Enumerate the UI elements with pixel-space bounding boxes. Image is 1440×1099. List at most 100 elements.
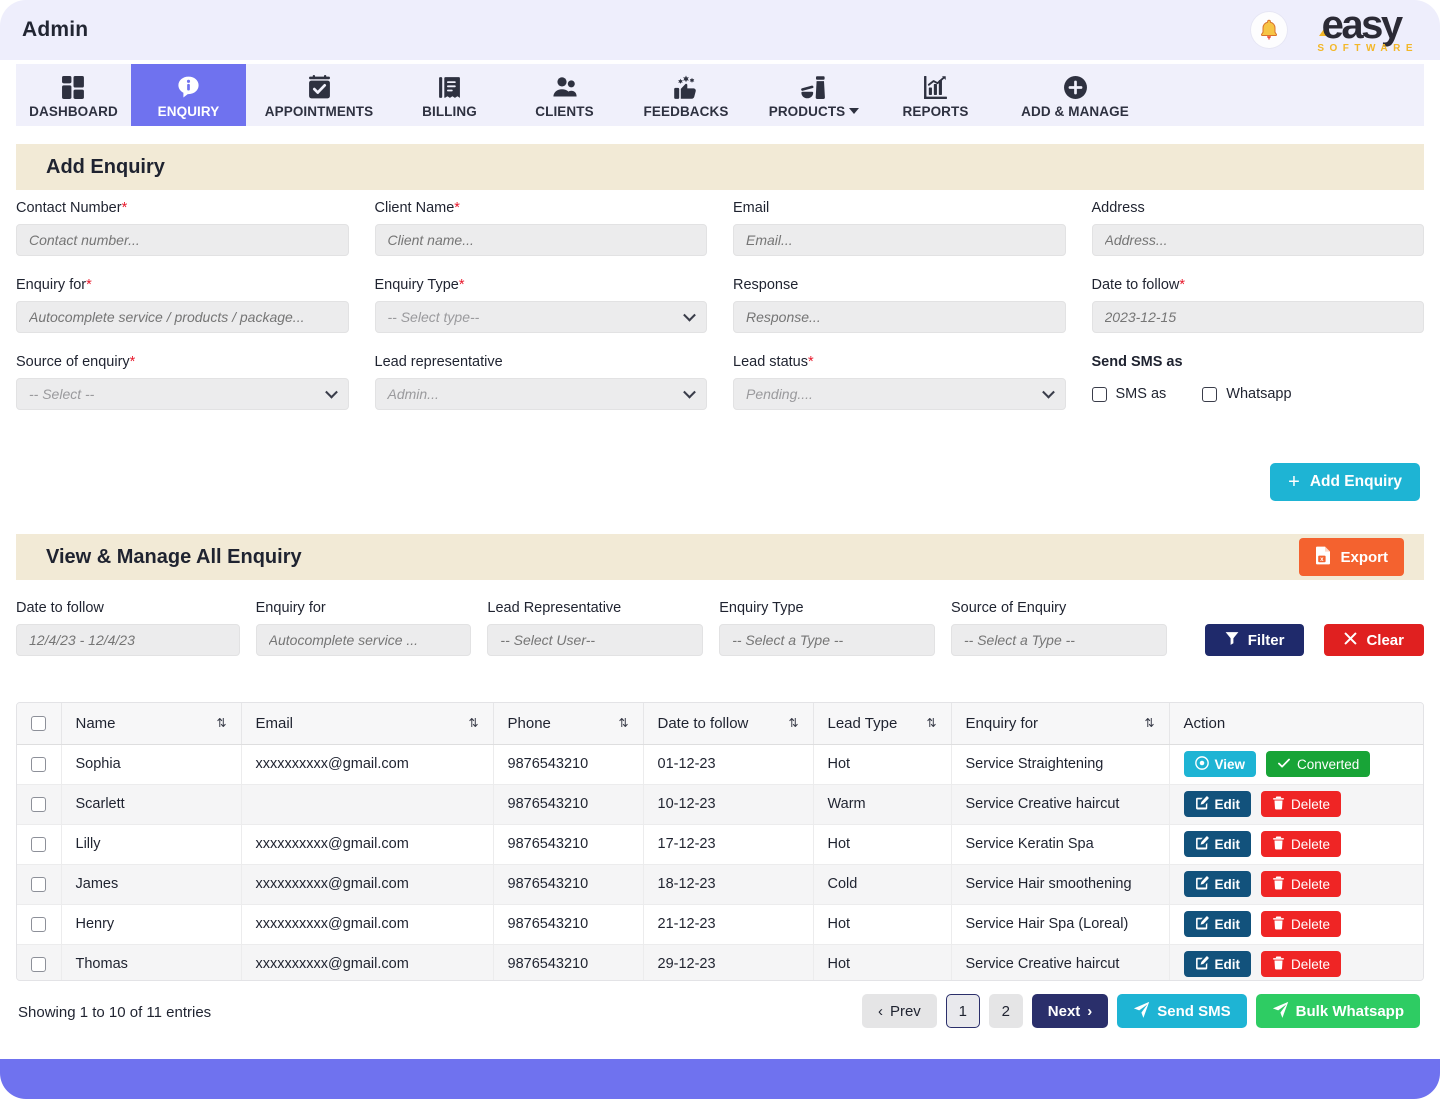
enquiry-for-input[interactable] bbox=[16, 301, 349, 333]
field-lead-status: Lead status* Pending.... bbox=[733, 354, 1066, 410]
logo-subtitle: SOFTWARE bbox=[1317, 44, 1418, 54]
cell-date-to-follow: 18-12-23 bbox=[643, 864, 813, 904]
row-select-checkbox[interactable] bbox=[31, 757, 46, 772]
delete-button[interactable]: Delete bbox=[1261, 791, 1341, 817]
delete-button[interactable]: Delete bbox=[1261, 911, 1341, 937]
showing-entries-text: Showing 1 to 10 of 11 entries bbox=[18, 1004, 211, 1021]
filter-source-of-enquiry: Source of Enquiry bbox=[951, 600, 1167, 656]
enquiry-type-value: -- Select type-- bbox=[388, 309, 480, 325]
pagination-page-1[interactable]: 1 bbox=[946, 994, 980, 1028]
pagination-next-button[interactable]: Next › bbox=[1032, 994, 1109, 1028]
client-name-input[interactable] bbox=[375, 224, 708, 256]
edit-button[interactable]: Edit bbox=[1184, 911, 1252, 937]
cell-enquiry-for: Service Hair smoothening bbox=[951, 864, 1169, 904]
enquiry-type-select[interactable]: -- Select type-- bbox=[375, 301, 708, 333]
column-header-label: Enquiry for bbox=[966, 715, 1039, 732]
row-select-checkbox[interactable] bbox=[31, 797, 46, 812]
delete-button[interactable]: Delete bbox=[1261, 871, 1341, 897]
lead-status-select[interactable]: Pending.... bbox=[733, 378, 1066, 410]
column-header-name[interactable]: Name⇅ bbox=[61, 703, 241, 744]
column-header-label: Phone bbox=[508, 715, 551, 732]
label-date-to-follow: Date to follow* bbox=[1092, 277, 1425, 293]
delete-button[interactable]: Delete bbox=[1261, 831, 1341, 857]
chevron-down-icon bbox=[683, 386, 696, 399]
nav-item-dashboard[interactable]: DASHBOARD bbox=[16, 64, 131, 126]
filter-button[interactable]: Filter bbox=[1205, 624, 1305, 656]
edit-button[interactable]: Edit bbox=[1184, 951, 1252, 977]
pencil-square-icon bbox=[1195, 876, 1209, 893]
checkbox-whatsapp[interactable]: Whatsapp bbox=[1202, 386, 1291, 402]
converted-button[interactable]: Converted bbox=[1266, 751, 1370, 777]
contact-number-input[interactable] bbox=[16, 224, 349, 256]
nav-item-clients[interactable]: CLIENTS bbox=[507, 64, 622, 126]
view-manage-panel-header: View & Manage All Enquiry x Export bbox=[16, 534, 1424, 580]
address-input[interactable] bbox=[1092, 224, 1425, 256]
row-select-checkbox[interactable] bbox=[31, 957, 46, 972]
select-all-checkbox[interactable] bbox=[31, 716, 46, 731]
source-of-enquiry-select[interactable]: -- Select -- bbox=[16, 378, 349, 410]
edit-button[interactable]: Edit bbox=[1184, 831, 1252, 857]
export-button[interactable]: x Export bbox=[1299, 538, 1404, 576]
pagination-prev-label: Prev bbox=[890, 1003, 921, 1020]
field-source-of-enquiry: Source of enquiry* -- Select -- bbox=[16, 354, 349, 410]
pagination-prev-button[interactable]: ‹ Prev bbox=[862, 994, 937, 1028]
filter-date-to-follow-input[interactable] bbox=[16, 624, 240, 656]
edit-button[interactable]: Edit bbox=[1184, 871, 1252, 897]
add-enquiry-submit-button[interactable]: + Add Enquiry bbox=[1270, 463, 1420, 501]
table-row: Thomasxxxxxxxxxx@gmail.com987654321029-1… bbox=[17, 944, 1423, 981]
response-input[interactable] bbox=[733, 301, 1066, 333]
nav-item-billing[interactable]: BILLING bbox=[392, 64, 507, 126]
delete-button-label: Delete bbox=[1291, 877, 1330, 892]
label-enquiry-type: Enquiry Type* bbox=[375, 277, 708, 293]
lead-representative-value: Admin... bbox=[388, 386, 439, 402]
column-header-email[interactable]: Email⇅ bbox=[241, 703, 493, 744]
clear-button[interactable]: Clear bbox=[1324, 624, 1424, 656]
row-select-checkbox[interactable] bbox=[31, 917, 46, 932]
row-select-checkbox[interactable] bbox=[31, 877, 46, 892]
column-header-lead-type[interactable]: Lead Type⇅ bbox=[813, 703, 951, 744]
cell-action: View Converted bbox=[1169, 744, 1423, 784]
sort-alpha-icon: ⇅ bbox=[468, 717, 478, 729]
eye-icon bbox=[1195, 756, 1209, 773]
field-enquiry-for: Enquiry for* bbox=[16, 277, 349, 333]
bulk-whatsapp-button[interactable]: Bulk Whatsapp bbox=[1256, 994, 1420, 1028]
view-button[interactable]: View bbox=[1184, 751, 1257, 777]
edit-button-label: Edit bbox=[1215, 877, 1241, 892]
edit-button[interactable]: Edit bbox=[1184, 791, 1252, 817]
excel-file-icon: x bbox=[1315, 546, 1331, 569]
filter-source-of-enquiry-input[interactable] bbox=[951, 624, 1167, 656]
column-header-phone[interactable]: Phone⇅ bbox=[493, 703, 643, 744]
send-sms-button[interactable]: Send SMS bbox=[1117, 994, 1246, 1028]
date-to-follow-input[interactable] bbox=[1092, 301, 1425, 333]
filter-enquiry-type-input[interactable] bbox=[719, 624, 935, 656]
nav-item-products[interactable]: PRODUCTS bbox=[750, 64, 878, 126]
cell-email: xxxxxxxxxx@gmail.com bbox=[241, 824, 493, 864]
filter-enquiry-for-input[interactable] bbox=[256, 624, 472, 656]
notification-bell-button[interactable] bbox=[1251, 12, 1287, 48]
pagination-page-2[interactable]: 2 bbox=[989, 994, 1023, 1028]
receipt-icon bbox=[437, 74, 462, 100]
row-select-checkbox[interactable] bbox=[31, 837, 46, 852]
lead-representative-select[interactable]: Admin... bbox=[375, 378, 708, 410]
action-buttons: Edit Delete bbox=[1184, 791, 1410, 817]
column-header-date-to-follow[interactable]: Date to follow⇅ bbox=[643, 703, 813, 744]
table-header-row: Name⇅ Email⇅ Phone⇅ Date to follow⇅ Lead… bbox=[17, 703, 1423, 744]
column-header-enquiry-for[interactable]: Enquiry for⇅ bbox=[951, 703, 1169, 744]
action-buttons: Edit Delete bbox=[1184, 911, 1410, 937]
table-row: Scarlett987654321010-12-23WarmService Cr… bbox=[17, 784, 1423, 824]
nav-label: PRODUCTS bbox=[769, 104, 860, 119]
footer-bar bbox=[0, 1059, 1440, 1099]
nav-item-reports[interactable]: REPORTS bbox=[878, 64, 993, 126]
nav-item-enquiry[interactable]: ENQUIRY bbox=[131, 64, 246, 126]
checkbox-sms-as[interactable]: SMS as bbox=[1092, 386, 1167, 402]
nav-item-appointments[interactable]: APPOINTMENTS bbox=[246, 64, 392, 126]
email-input[interactable] bbox=[733, 224, 1066, 256]
add-enquiry-form: Contact Number* Client Name* Email Addre… bbox=[16, 200, 1424, 431]
nav-item-add-and-manage[interactable]: ADD & MANAGE bbox=[993, 64, 1157, 126]
add-enquiry-title: Add Enquiry bbox=[46, 156, 165, 179]
field-response: Response bbox=[733, 277, 1066, 333]
delete-button[interactable]: Delete bbox=[1261, 951, 1341, 977]
filters-bar: Date to follow Enquiry for Lead Represen… bbox=[16, 600, 1424, 656]
nav-item-feedbacks[interactable]: FEEDBACKS bbox=[622, 64, 750, 126]
filter-lead-representative-input[interactable] bbox=[487, 624, 703, 656]
